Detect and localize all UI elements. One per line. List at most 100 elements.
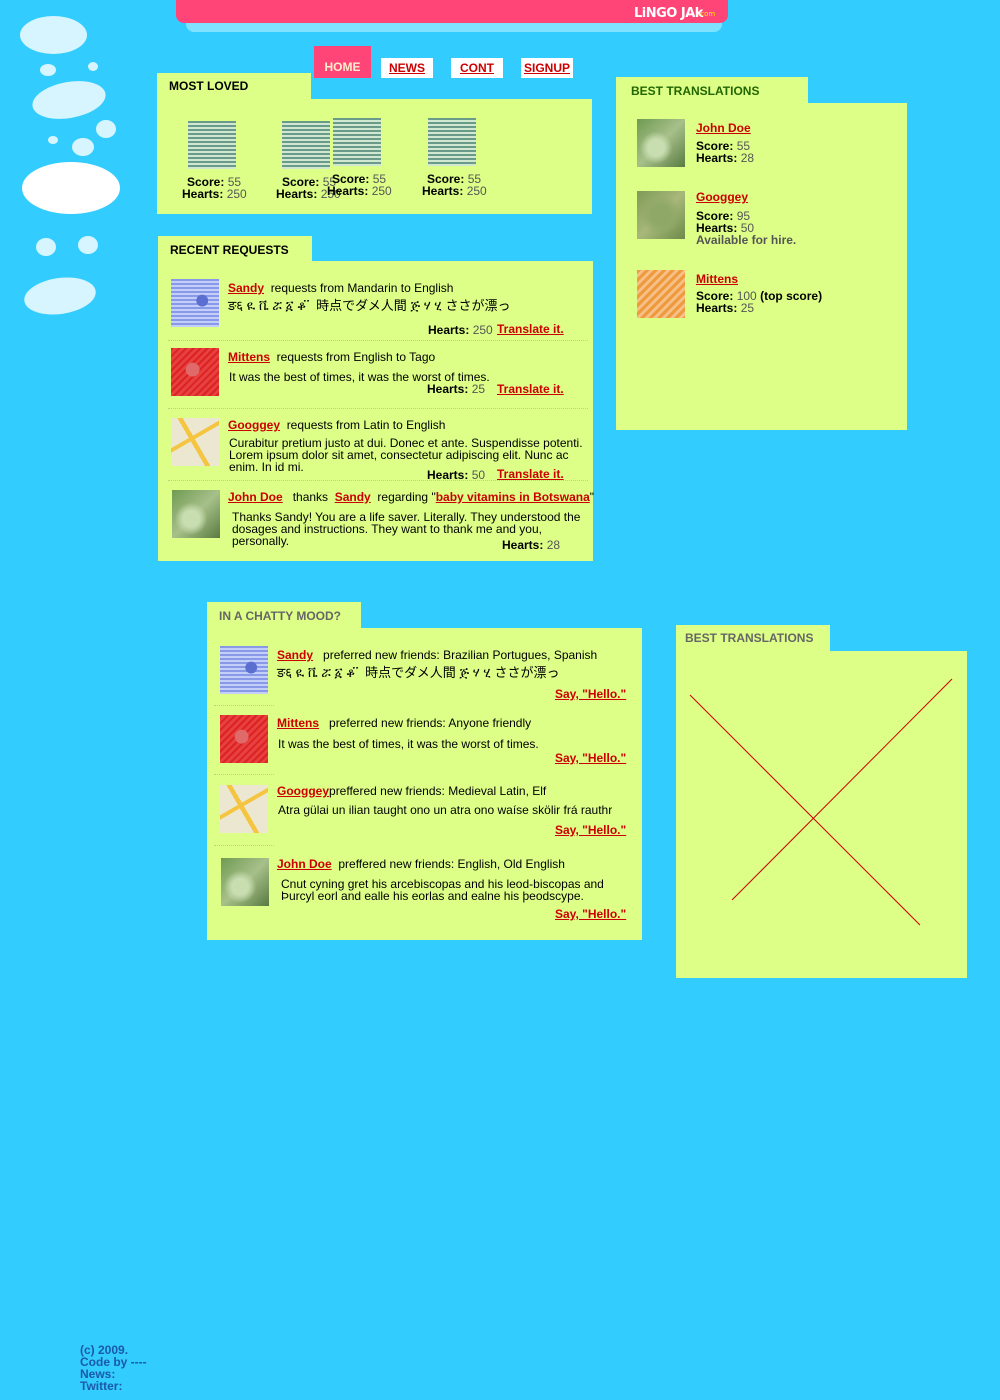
bubble-shape — [20, 16, 87, 54]
request-description: requests from English to Tago — [276, 350, 436, 364]
translate-it-link[interactable]: Translate it. — [497, 468, 564, 480]
row-divider — [168, 340, 588, 341]
request-header: Googgey requests from Latin to English — [228, 419, 445, 431]
best-translations-secondary-title: BEST TRANSLATIONS — [676, 625, 830, 653]
user-link[interactable]: John Doe — [277, 857, 332, 871]
most-loved-title: MOST LOVED — [157, 73, 311, 101]
user-link[interactable]: John Doe — [228, 490, 283, 504]
user-link[interactable]: Mittens — [277, 716, 319, 730]
footer-twitter[interactable]: Twitter: — [80, 1380, 147, 1392]
topic-link[interactable]: baby vitamins in Botswana — [436, 490, 590, 504]
say-hello-link[interactable]: Say, "Hello." — [555, 752, 626, 764]
nav-home-button[interactable]: HOME — [314, 46, 371, 78]
recent-requests-title: RECENT REQUESTS — [158, 236, 312, 264]
request-hearts: Hearts: 250 — [428, 323, 493, 337]
nav-signup-label: SIGNUP — [523, 61, 570, 75]
avatar[interactable] — [220, 715, 268, 763]
row-divider — [214, 774, 274, 775]
chat-body: Atra gülai un ilian taught ono un atra o… — [278, 803, 613, 817]
missing-image-placeholder-icon — [689, 678, 953, 926]
request-hearts: Hearts: 28 — [502, 538, 561, 552]
request-body: ङ६ ዪ ቬ ሯ ፩ ቆ ፞ ፞ 時点でダメ人間 ጅ ሃ ሂ ささが漂っ — [228, 298, 511, 313]
most-loved-thumbnail[interactable] — [333, 118, 381, 166]
user-link[interactable]: Googgey — [228, 418, 280, 432]
bubble-shape — [21, 273, 99, 319]
avatar[interactable] — [637, 191, 685, 239]
regarding-label: regarding " — [377, 490, 436, 504]
most-loved-hearts: Hearts: 250 — [182, 187, 247, 201]
user-link[interactable]: Sandy — [277, 648, 313, 662]
chat-body: It was the best of times, it was the wor… — [278, 737, 539, 751]
avatar[interactable] — [171, 418, 219, 466]
bubble-shape — [40, 64, 56, 76]
translator-hearts: Hearts: 28 — [696, 151, 755, 165]
say-hello-link[interactable]: Say, "Hello." — [555, 824, 626, 836]
translate-it-link[interactable]: Translate it. — [497, 383, 564, 395]
request-description: requests from Mandarin to English — [270, 281, 454, 295]
site-logo[interactable]: LiNGO JAk — [634, 6, 703, 21]
most-loved-hearts: Hearts: 250 — [327, 184, 392, 198]
translator-hearts: Hearts: 25 — [696, 301, 755, 315]
chat-preferences: preffered new friends: English, Old Engl… — [338, 857, 565, 871]
chat-body: Cnut cyning gret his arcebiscopas and hi… — [281, 877, 604, 903]
avatar[interactable] — [220, 785, 268, 833]
nav-cont-button[interactable]: CONT — [451, 58, 503, 78]
chatty-mood-title: IN A CHATTY MOOD? — [207, 602, 361, 630]
chat-preferences: preferred new friends: Brazilian Portugu… — [323, 648, 598, 662]
most-loved-thumbnail[interactable] — [428, 118, 476, 166]
bubble-shape — [22, 162, 120, 214]
request-description: requests from Latin to English — [286, 418, 446, 432]
request-header: John Doe thanks Sandy regarding "baby vi… — [228, 491, 594, 503]
say-hello-link[interactable]: Say, "Hello." — [555, 688, 626, 700]
translate-it-link[interactable]: Translate it. — [497, 323, 564, 335]
thanks-label: thanks — [292, 490, 329, 504]
avatar[interactable] — [637, 119, 685, 167]
bubble-shape — [36, 238, 56, 256]
bubble-shape — [48, 136, 58, 144]
user-link[interactable]: Mittens — [696, 273, 738, 285]
bubble-shape — [88, 62, 98, 71]
best-translations-title: BEST TRANSLATIONS — [616, 77, 808, 105]
avatar[interactable] — [172, 490, 220, 538]
best-translations-secondary-panel — [676, 651, 967, 978]
most-loved-thumbnail[interactable] — [188, 121, 236, 169]
avatar[interactable] — [221, 858, 269, 906]
chat-preferences: preffered new friends: Medieval Latin, E… — [329, 784, 547, 798]
chat-preferences: preferred new friends: Anyone friendly — [329, 716, 532, 730]
user-link[interactable]: Mittens — [228, 350, 270, 364]
footer: (c) 2009. Code by ---- News: Twitter: — [80, 1344, 147, 1392]
say-hello-link[interactable]: Say, "Hello." — [555, 908, 626, 920]
row-divider — [214, 845, 274, 846]
bubble-shape — [96, 120, 116, 138]
avatar[interactable] — [220, 646, 268, 694]
user-link[interactable]: Googgey — [277, 784, 329, 798]
user-link[interactable]: Sandy — [228, 281, 264, 295]
availability-note: Available for hire. — [696, 233, 797, 247]
chat-body: ङ६ ዪ ቬ ሯ ፩ ቆ ፞ ፞ 時点でダメ人間 ጅ ሃ ሂ ささが漂っ — [277, 665, 560, 680]
nav-news-button[interactable]: NEWS — [381, 58, 433, 78]
request-header: Sandy requests from Mandarin to English — [228, 282, 453, 294]
user-link[interactable]: Googgey — [696, 191, 748, 203]
user-link[interactable]: John Doe — [696, 122, 751, 134]
nav-signup-button[interactable]: SIGNUP — [521, 58, 573, 78]
most-loved-hearts: Hearts: 250 — [422, 184, 487, 198]
avatar[interactable] — [171, 279, 219, 327]
row-divider — [168, 480, 588, 481]
chat-header: Sandy preferred new friends: Brazilian P… — [277, 649, 597, 661]
site-logo-suffix: .com — [698, 10, 716, 18]
nav-cont-label: CONT — [460, 61, 494, 75]
chat-header: Googgeypreffered new friends: Medieval L… — [277, 785, 546, 797]
bubble-shape — [78, 236, 98, 254]
most-loved-thumbnail[interactable] — [282, 121, 330, 169]
target-user-link[interactable]: Sandy — [335, 490, 371, 504]
request-header: Mittens requests from English to Tago — [228, 351, 435, 363]
avatar[interactable] — [637, 270, 685, 318]
avatar[interactable] — [171, 348, 219, 396]
bubble-shape — [29, 75, 109, 125]
chat-header: Mittens preferred new friends: Anyone fr… — [277, 717, 531, 729]
nav-news-label: NEWS — [389, 61, 425, 75]
row-divider — [168, 408, 588, 409]
quote-close: " — [589, 490, 595, 504]
request-hearts: Hearts: 25 — [427, 382, 486, 396]
bubble-shape — [72, 138, 94, 156]
